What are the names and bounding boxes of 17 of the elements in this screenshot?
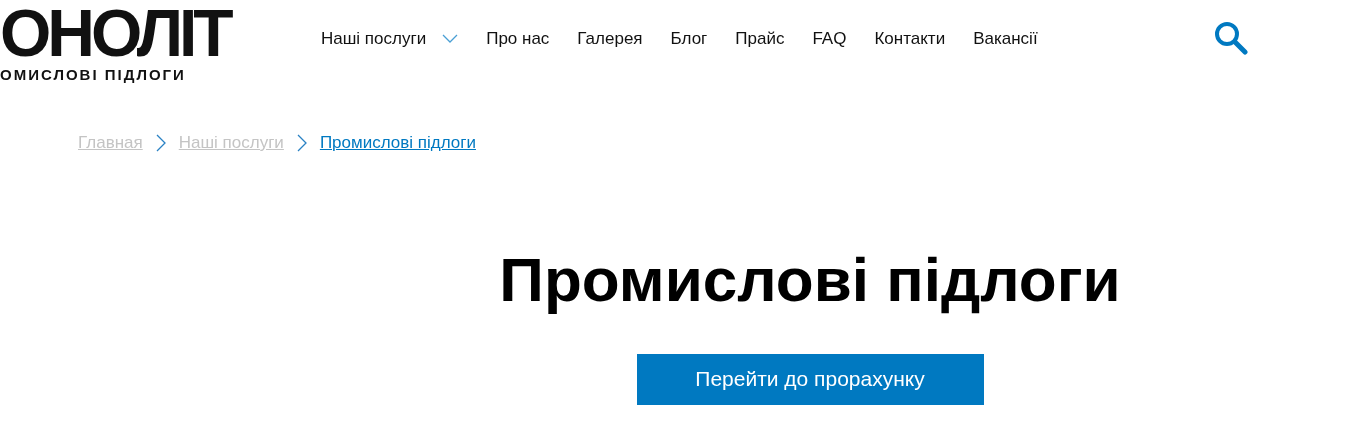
nav-link[interactable]: Наші послуги — [321, 26, 427, 52]
nav-link[interactable]: Про нас — [486, 26, 550, 52]
chevron-down-icon[interactable] — [442, 33, 459, 44]
chevron-right-icon — [295, 133, 308, 152]
nav-link[interactable]: Галерея — [577, 26, 643, 52]
page-heading: Промислові підлоги — [499, 247, 1121, 312]
nav-link[interactable]: Блог — [670, 26, 708, 52]
nav-link[interactable]: Контакти — [874, 26, 946, 52]
chevron-right-icon — [154, 133, 167, 152]
breadcrumb-link[interactable]: Промислові підлоги — [319, 130, 476, 156]
nav-link[interactable]: Вакансії — [973, 26, 1038, 52]
nav-link[interactable]: FAQ — [812, 26, 847, 52]
logo-subtitle: ОМИСЛОВІ ПІДЛОГИ — [0, 65, 186, 85]
search-icon[interactable] — [1214, 21, 1248, 55]
logo-title: ОНОЛІТ — [0, 0, 232, 66]
calculation-button[interactable]: Перейти до прорахунку — [636, 353, 984, 405]
nav-link[interactable]: Прайс — [735, 26, 785, 52]
